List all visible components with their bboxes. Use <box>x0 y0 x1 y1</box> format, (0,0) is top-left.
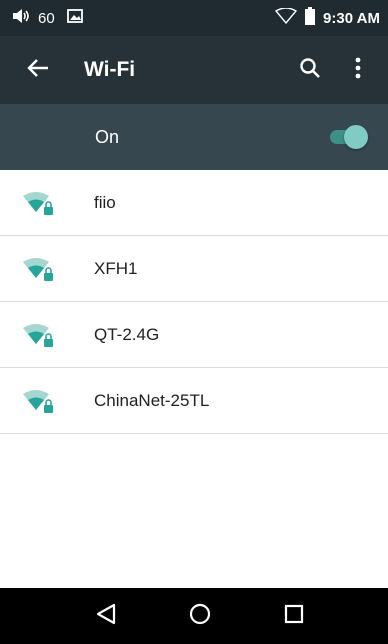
search-button[interactable] <box>286 46 334 94</box>
back-arrow-icon <box>27 58 49 83</box>
network-list: fiio XFH1 QT-2.4G ChinaNet-25TL <box>0 170 388 434</box>
network-item[interactable]: fiio <box>0 170 388 236</box>
wifi-switch-label: On <box>95 126 120 147</box>
status-left: 60 <box>12 8 83 28</box>
network-ssid: QT-2.4G <box>94 324 160 344</box>
page-title: Wi-Fi <box>84 58 136 81</box>
more-vert-icon <box>355 57 361 84</box>
overflow-menu-button[interactable] <box>334 46 382 94</box>
wifi-signal-icon <box>274 7 298 28</box>
status-right: 9:30 AM <box>274 7 380 29</box>
back-button[interactable] <box>10 42 66 98</box>
battery-icon <box>305 7 316 29</box>
wifi-toggle-switch[interactable] <box>326 125 368 149</box>
app-bar: Wi-Fi <box>0 36 388 104</box>
wifi-locked-icon <box>22 390 54 414</box>
nav-home-button[interactable] <box>186 602 214 630</box>
volume-icon <box>12 8 32 28</box>
search-icon <box>299 57 321 84</box>
network-ssid: XFH1 <box>94 258 138 278</box>
home-circle-icon <box>189 603 211 630</box>
network-item[interactable]: ChinaNet-25TL <box>0 368 388 434</box>
nav-back-button[interactable] <box>92 602 120 630</box>
clock: 9:30 AM <box>323 9 380 27</box>
wifi-master-switch-row[interactable]: On <box>0 104 388 170</box>
wifi-locked-icon <box>22 192 54 216</box>
volume-level: 60 <box>38 9 55 27</box>
system-navigation-bar <box>0 588 388 644</box>
wifi-locked-icon <box>22 258 54 282</box>
network-ssid: fiio <box>94 192 116 212</box>
toggle-thumb <box>344 125 368 149</box>
nav-recents-button[interactable] <box>280 602 308 630</box>
wifi-locked-icon <box>22 324 54 348</box>
app-actions <box>286 46 382 94</box>
network-item[interactable]: QT-2.4G <box>0 302 388 368</box>
network-item[interactable]: XFH1 <box>0 236 388 302</box>
recents-square-icon <box>284 604 304 629</box>
image-notification-icon <box>66 9 83 27</box>
back-triangle-icon <box>96 603 116 630</box>
network-ssid: ChinaNet-25TL <box>94 390 210 410</box>
status-bar: 60 9:30 AM <box>0 0 388 36</box>
